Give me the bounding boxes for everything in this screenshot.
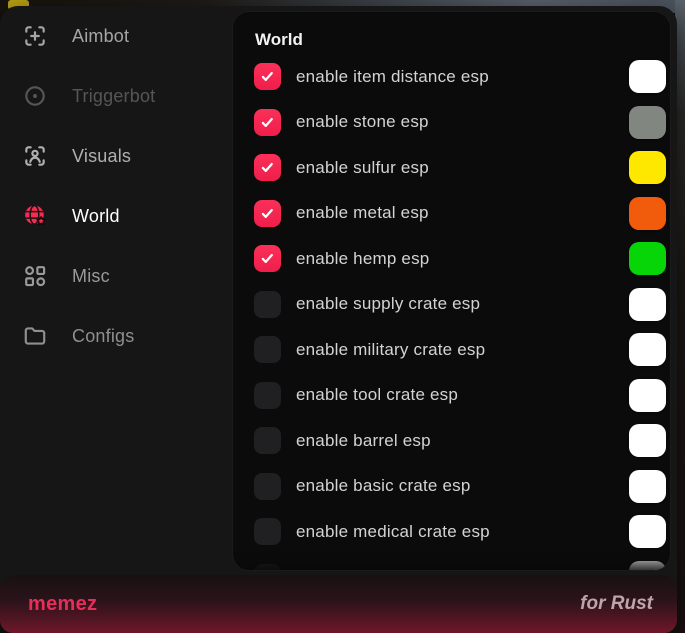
crosshair-plus-icon xyxy=(22,23,48,49)
color-swatch[interactable] xyxy=(629,379,666,412)
esp-option-label: enable tool crate esp xyxy=(296,385,458,405)
color-swatch[interactable] xyxy=(629,561,666,571)
esp-checkbox[interactable] xyxy=(254,109,281,136)
color-swatch[interactable] xyxy=(629,424,666,457)
esp-checkbox[interactable] xyxy=(254,63,281,90)
sidebar-item-visuals[interactable]: Visuals xyxy=(0,126,233,186)
esp-option-row xyxy=(254,564,666,571)
esp-option-row: enable basic crate esp xyxy=(254,473,666,500)
color-swatch[interactable] xyxy=(629,106,666,139)
esp-option-row: enable supply crate esp xyxy=(254,291,666,318)
esp-checkbox[interactable] xyxy=(254,564,281,571)
esp-option-row: enable item distance esp xyxy=(254,63,666,90)
esp-option-label: enable medical crate esp xyxy=(296,522,490,542)
sidebar-item-label: World xyxy=(72,206,120,227)
cheat-menu-window: Aimbot Triggerbot Visuals World Misc Con… xyxy=(0,6,677,633)
esp-option-row: enable military crate esp xyxy=(254,336,666,363)
esp-option-label: enable hemp esp xyxy=(296,249,429,269)
esp-option-label: enable basic crate esp xyxy=(296,476,471,496)
esp-checkbox[interactable] xyxy=(254,245,281,272)
check-icon xyxy=(259,114,276,131)
footer-bar: memez for Rust xyxy=(0,575,677,633)
esp-checkbox[interactable] xyxy=(254,518,281,545)
check-icon xyxy=(259,250,276,267)
esp-option-label: enable metal esp xyxy=(296,203,429,223)
esp-checkbox[interactable] xyxy=(254,382,281,409)
panel-title: World xyxy=(255,30,666,50)
sidebar-item-triggerbot[interactable]: Triggerbot xyxy=(0,66,233,126)
esp-checkbox[interactable] xyxy=(254,473,281,500)
color-swatch[interactable] xyxy=(629,60,666,93)
sidebar-item-world[interactable]: World xyxy=(0,186,233,246)
color-swatch[interactable] xyxy=(629,151,666,184)
scan-person-icon xyxy=(22,143,48,169)
check-icon xyxy=(259,205,276,222)
color-swatch[interactable] xyxy=(629,242,666,275)
sidebar-item-misc[interactable]: Misc xyxy=(0,246,233,306)
sidebar-item-label: Triggerbot xyxy=(72,86,155,107)
check-icon xyxy=(259,159,276,176)
esp-option-label: enable supply crate esp xyxy=(296,294,480,314)
esp-checkbox[interactable] xyxy=(254,154,281,181)
esp-option-row: enable metal esp xyxy=(254,200,666,227)
brand-name: memez xyxy=(28,593,97,616)
esp-checkbox[interactable] xyxy=(254,336,281,363)
sidebar-item-label: Aimbot xyxy=(72,26,129,47)
color-swatch[interactable] xyxy=(629,197,666,230)
esp-option-label: enable item distance esp xyxy=(296,67,489,87)
esp-option-label: enable barrel esp xyxy=(296,431,431,451)
esp-option-label: enable military crate esp xyxy=(296,340,485,360)
esp-option-label: enable stone esp xyxy=(296,112,429,132)
sidebar-item-label: Visuals xyxy=(72,146,131,167)
folder-icon xyxy=(22,323,48,349)
sidebar-nav: Aimbot Triggerbot Visuals World Misc Con… xyxy=(0,6,233,566)
sidebar-item-aimbot[interactable]: Aimbot xyxy=(0,6,233,66)
esp-checkbox[interactable] xyxy=(254,427,281,454)
esp-checkbox[interactable] xyxy=(254,291,281,318)
color-swatch[interactable] xyxy=(629,288,666,321)
esp-option-row: enable hemp esp xyxy=(254,245,666,272)
color-swatch[interactable] xyxy=(629,333,666,366)
esp-option-row: enable barrel esp xyxy=(254,427,666,454)
sidebar-item-label: Misc xyxy=(72,266,110,287)
esp-option-row: enable tool crate esp xyxy=(254,382,666,409)
esp-option-row: enable medical crate esp xyxy=(254,518,666,545)
esp-option-row: enable sulfur esp xyxy=(254,154,666,181)
check-icon xyxy=(259,68,276,85)
color-swatch[interactable] xyxy=(629,515,666,548)
globe-icon xyxy=(22,203,48,229)
color-swatch[interactable] xyxy=(629,470,666,503)
sidebar-item-label: Configs xyxy=(72,326,134,347)
esp-options-list: enable item distance esp enable stone es… xyxy=(254,63,666,570)
target-icon xyxy=(22,83,48,109)
world-settings-panel: World enable item distance esp enable st… xyxy=(233,12,670,570)
sidebar-item-configs[interactable]: Configs xyxy=(0,306,233,366)
brand-tagline: for Rust xyxy=(580,593,653,615)
esp-checkbox[interactable] xyxy=(254,200,281,227)
esp-option-row: enable stone esp xyxy=(254,109,666,136)
esp-option-label: enable sulfur esp xyxy=(296,158,429,178)
grid-shapes-icon xyxy=(22,263,48,289)
